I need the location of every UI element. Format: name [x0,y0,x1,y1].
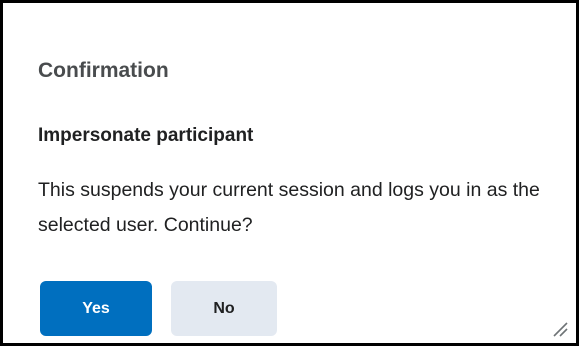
resize-handle-icon[interactable] [552,321,568,337]
no-button[interactable]: No [171,281,277,336]
dialog-message: This suspends your current session and l… [38,179,540,236]
dialog-title: Confirmation [38,59,169,82]
confirmation-dialog: Confirmation Impersonate participant Thi… [0,0,579,346]
yes-button[interactable]: Yes [40,281,152,336]
dialog-heading: Impersonate participant [38,125,254,146]
